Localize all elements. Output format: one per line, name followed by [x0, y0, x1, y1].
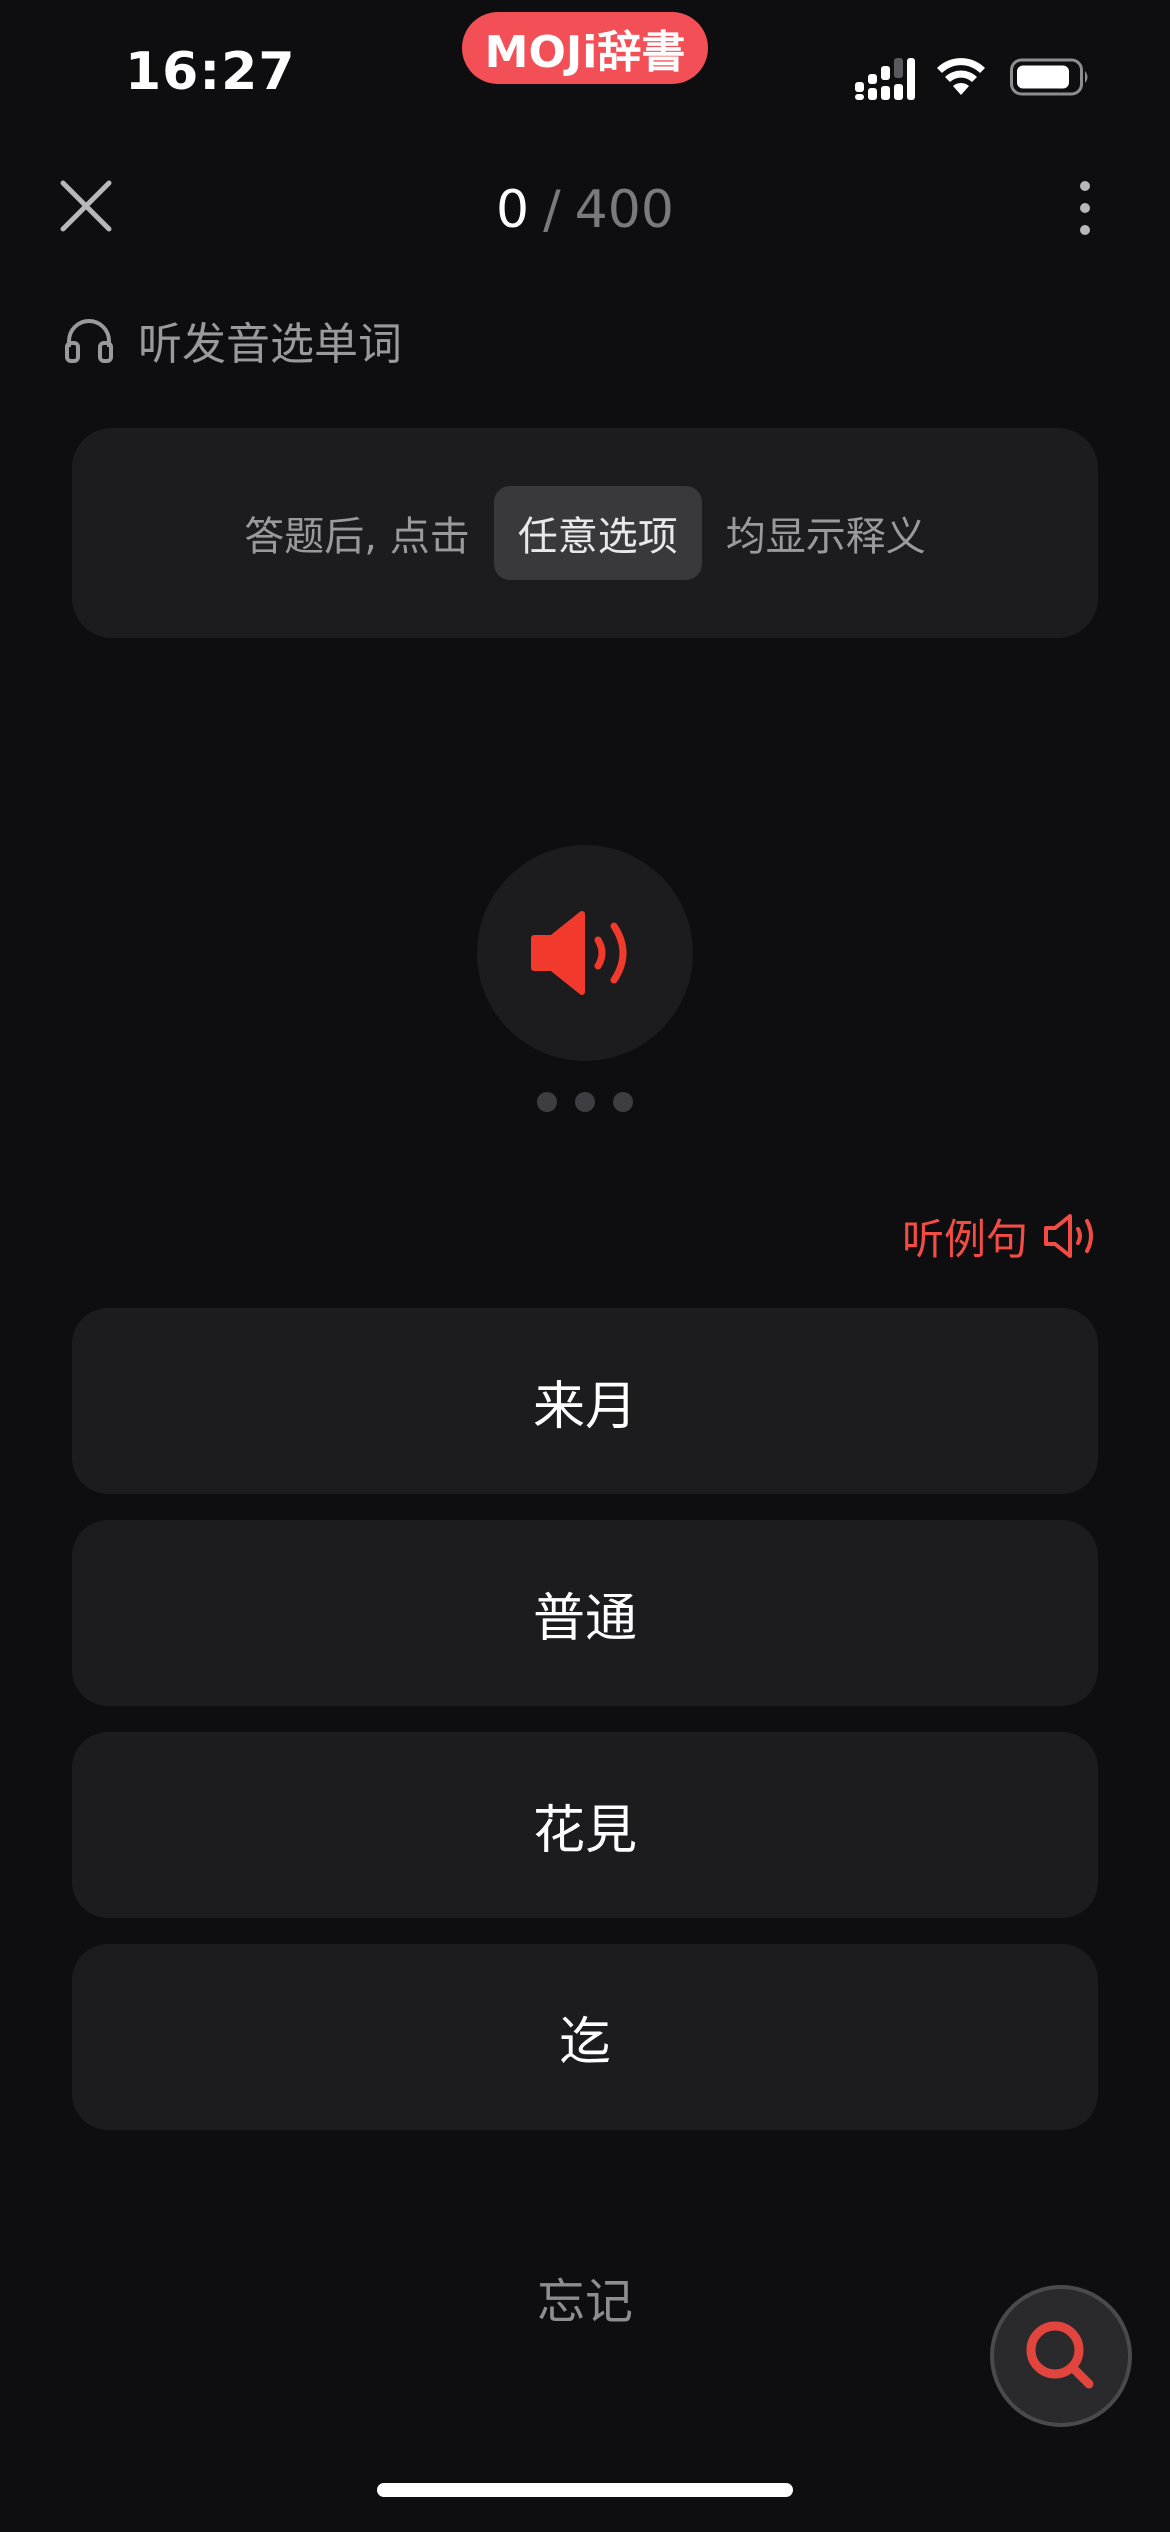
quiz-mode-label: 听发音选单词: [64, 310, 402, 370]
close-button[interactable]: [55, 175, 117, 237]
cellular-signal-icon: [855, 58, 915, 100]
audio-loading-dots: [537, 1092, 633, 1114]
search-icon: [1026, 2321, 1094, 2389]
home-indicator: [377, 2483, 793, 2497]
speaker-outline-icon: [1044, 1214, 1093, 1258]
quiz-mode-text: 听发音选单词: [138, 319, 402, 370]
hint-suffix: 均显示释义: [725, 514, 926, 560]
answer-option[interactable]: 来月: [72, 1308, 1098, 1494]
progress-current: 0: [496, 180, 530, 240]
app-badge: MOJi辞書: [462, 12, 708, 84]
answer-option[interactable]: 花見: [72, 1732, 1098, 1918]
forget-button[interactable]: 忘记: [435, 2262, 735, 2332]
headphones-icon: [65, 319, 113, 363]
loading-dot: [575, 1092, 595, 1112]
play-audio-button[interactable]: [477, 845, 693, 1061]
answer-option[interactable]: 迄: [72, 1944, 1098, 2130]
listen-example-label: 听例句: [901, 1214, 1028, 1264]
more-options-icon[interactable]: [1060, 178, 1110, 238]
progress-separator: /: [543, 180, 561, 240]
wifi-icon: [937, 58, 985, 95]
listen-example-button[interactable]: 听例句: [902, 1205, 1098, 1267]
loading-dot: [613, 1092, 633, 1112]
status-time: 16:27: [125, 42, 296, 102]
loading-dot: [537, 1092, 557, 1112]
hint-chip: 任意选项: [493, 486, 702, 580]
answer-option[interactable]: 普通: [72, 1520, 1098, 1706]
hint-prefix: 答题后, 点击: [244, 514, 470, 560]
progress-total: 400: [574, 180, 674, 240]
battery-icon: [1010, 58, 1088, 96]
progress-counter: 0 / 400: [400, 175, 770, 245]
speaker-icon: [531, 911, 627, 995]
search-button[interactable]: [990, 2285, 1132, 2427]
hint-card: 答题后, 点击 任意选项 均显示释义: [72, 428, 1098, 638]
